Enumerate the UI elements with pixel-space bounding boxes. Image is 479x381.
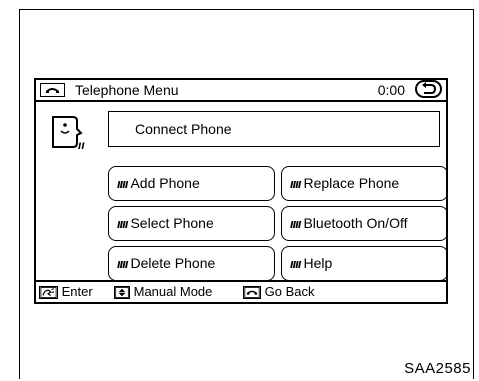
bluetooth-toggle-label: Bluetooth On/Off: [303, 215, 408, 231]
phone-icon: [243, 286, 261, 300]
call-timer: 0:00: [377, 82, 405, 98]
phone-icon: [40, 83, 65, 97]
delete-phone-button[interactable]: ıııı Delete Phone: [108, 246, 275, 281]
figure-code: SAA2585: [404, 360, 471, 377]
help-label: Help: [303, 255, 333, 271]
connect-phone-label: Connect Phone: [135, 121, 232, 137]
bluetooth-toggle-button[interactable]: ıııı Bluetooth On/Off: [281, 206, 448, 241]
voice-command-icon: ıııı: [290, 216, 301, 231]
voice-recognition-icon: ıı: [52, 116, 85, 152]
back-arrow-icon[interactable]: [415, 80, 442, 98]
go-back-hint: Go Back: [243, 284, 315, 300]
svg-text:ıı: ıı: [78, 138, 85, 152]
replace-phone-button[interactable]: ıııı Replace Phone: [281, 166, 448, 201]
status-bar: Enter Manual Mode Go Back: [36, 280, 446, 302]
enter-label: Enter: [61, 284, 93, 299]
up-down-arrow-icon: [114, 286, 130, 300]
voice-command-icon: ıııı: [290, 256, 301, 271]
select-phone-label: Select Phone: [130, 215, 214, 231]
delete-phone-label: Delete Phone: [130, 255, 216, 271]
manual-mode-hint: Manual Mode: [114, 284, 213, 300]
connect-phone-button[interactable]: Connect Phone: [108, 111, 440, 147]
go-back-label: Go Back: [264, 284, 315, 299]
voice-command-icon: ıııı: [117, 256, 128, 271]
help-button[interactable]: ıııı Help: [281, 246, 448, 281]
enter-hint: Enter: [39, 284, 93, 300]
select-phone-button[interactable]: ıııı Select Phone: [108, 206, 275, 241]
voice-command-icon: ıııı: [117, 216, 128, 231]
voice-command-icon: ıııı: [290, 176, 301, 191]
talk-icon: [39, 286, 58, 300]
voice-command-icon: ıııı: [117, 176, 128, 191]
page-title: Telephone Menu: [75, 82, 179, 98]
add-phone-button[interactable]: ıııı Add Phone: [108, 166, 275, 201]
telephone-menu-screen: Telephone Menu 0:00 ıı Connect Phone ııı…: [34, 78, 448, 304]
manual-mode-label: Manual Mode: [133, 284, 213, 299]
add-phone-label: Add Phone: [130, 175, 200, 191]
replace-phone-label: Replace Phone: [303, 175, 400, 191]
title-bar: Telephone Menu 0:00: [36, 80, 446, 102]
